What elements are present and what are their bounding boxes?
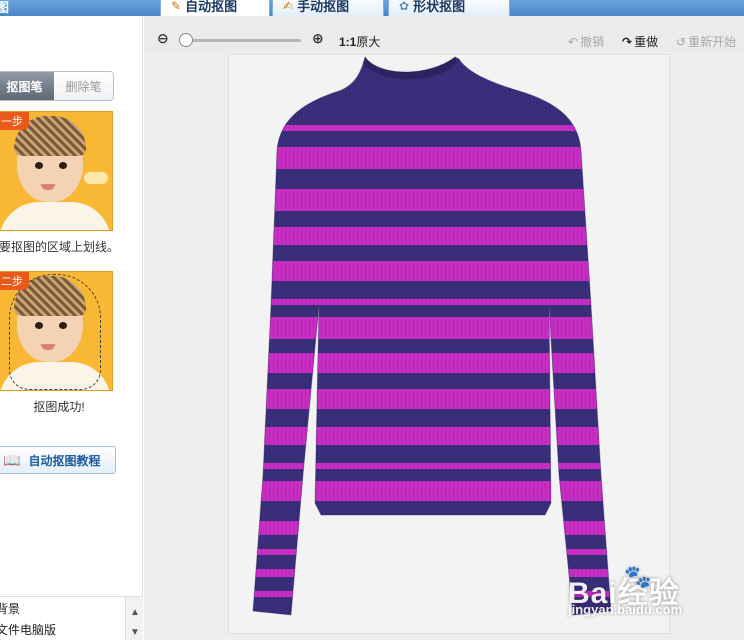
tab-auto-cutout[interactable]: ✎ 自动抠图 [160, 0, 270, 16]
undo-icon: ↶ [568, 34, 579, 49]
step-tag: 二步 [0, 272, 29, 290]
zoom-out-icon[interactable]: ⊖ [157, 30, 169, 47]
pen-toggle: 抠图笔 删除笔 [0, 71, 114, 101]
original-size-label: 原大 [356, 35, 381, 49]
editor-toolbar: ⊖ ⊕ 1:1原大 ↶ 撤销 ↷ 重做 ↺ 重新开始 [144, 16, 744, 54]
canvas-area[interactable]: Bai经验 🐾 jingyan.baidu.com [144, 54, 744, 640]
step-two-image: 二步 [0, 271, 113, 391]
list-item[interactable]: 背景 [0, 600, 20, 617]
step-tag: 一步 [0, 112, 29, 130]
zoom-slider-handle[interactable] [179, 33, 193, 47]
restart-label: 重新开始 [688, 35, 737, 49]
restart-icon: ↺ [676, 34, 687, 49]
undo-button[interactable]: ↶ 撤销 [568, 33, 604, 50]
cutout-pen-button[interactable]: 抠图笔 [0, 72, 54, 100]
left-panel: 抠图笔 删除笔 一步 要抠图的区域上划线。 二步 抠图成功! 📖 自动抠图教程 … [0, 16, 143, 640]
scrollbar[interactable]: ▲ ▼ [125, 597, 143, 640]
hand-brush-icon: ✍ [283, 0, 294, 13]
scroll-up-icon[interactable]: ▲ [130, 607, 140, 618]
tab-label: 自动抠图 [185, 0, 238, 14]
step-two-caption: 抠图成功! [33, 400, 85, 414]
paw-icon: 🐾 [624, 564, 652, 589]
sweater-photo[interactable] [228, 54, 670, 634]
baidu-watermark: Bai经验 🐾 jingyan.baidu.com [568, 564, 708, 624]
redo-label: 重做 [634, 35, 659, 49]
redo-button[interactable]: ↷ 重做 [622, 33, 658, 50]
undo-label: 撤销 [580, 35, 605, 49]
scroll-down-icon[interactable]: ▼ [130, 627, 140, 638]
sweater-image [252, 55, 612, 616]
zoom-slider[interactable] [184, 39, 301, 42]
watermark-url: jingyan.baidu.com [568, 602, 683, 617]
left-panel-title: 图 [0, 0, 10, 15]
bottom-list: 背景 文件电脑版 ▲ ▼ [0, 596, 143, 640]
delete-pen-button[interactable]: 删除笔 [54, 72, 113, 100]
zoom-in-icon[interactable]: ⊕ [312, 30, 324, 47]
tab-shape-cutout[interactable]: ✿ 形状抠图 [388, 0, 510, 16]
zoom-ratio: 1:1 [339, 35, 357, 49]
list-item[interactable]: 文件电脑版 [0, 621, 56, 638]
tutorial-label: 自动抠图教程 [28, 453, 101, 468]
tab-bar: 图 ✎ 自动抠图 ✍ 手动抠图 ✿ 形状抠图 [0, 0, 744, 16]
original-size-button[interactable]: 1:1原大 [339, 33, 380, 50]
step-one-caption: 要抠图的区域上划线。 [0, 240, 119, 254]
auto-cutout-tutorial-button[interactable]: 📖 自动抠图教程 [0, 446, 116, 474]
tab-manual-cutout[interactable]: ✍ 手动抠图 [272, 0, 384, 16]
step-one-image: 一步 [0, 111, 113, 231]
brush-icon: ✎ [171, 0, 182, 13]
book-icon: 📖 [3, 451, 21, 468]
shape-icon: ✿ [399, 0, 410, 13]
tab-label: 手动抠图 [297, 0, 350, 14]
sweater-stripes [253, 57, 611, 615]
redo-icon: ↷ [622, 34, 633, 49]
restart-button[interactable]: ↺ 重新开始 [676, 33, 736, 50]
tab-label: 形状抠图 [413, 0, 466, 14]
selection-outline [9, 274, 101, 390]
